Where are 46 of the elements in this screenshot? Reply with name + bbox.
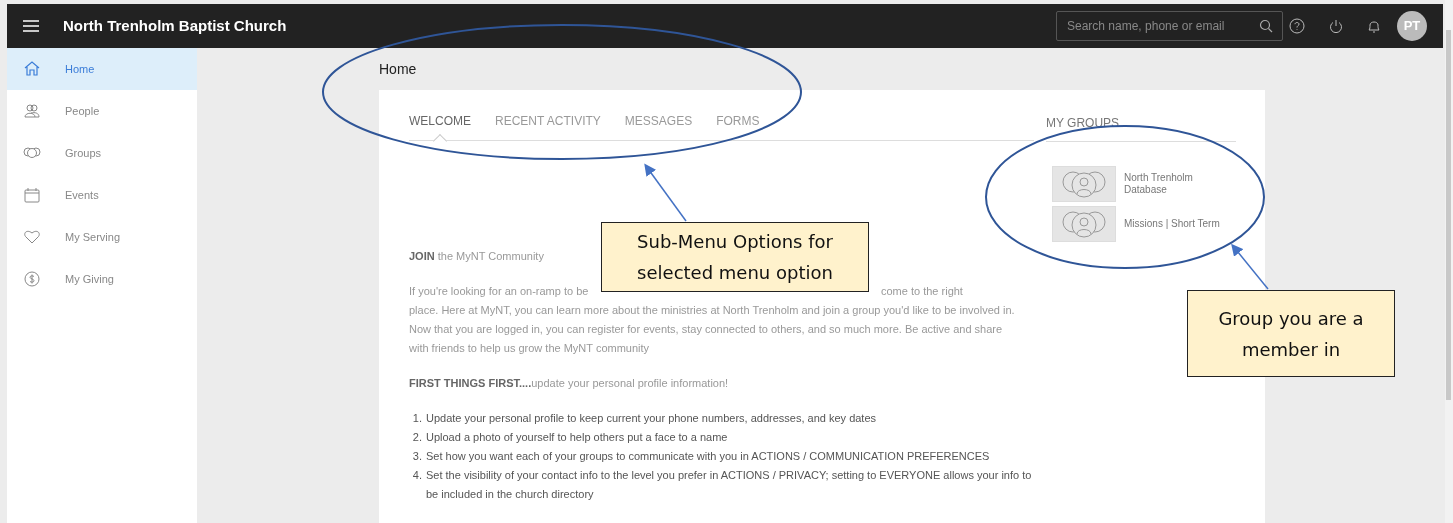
user-avatar[interactable]: PT [1397, 11, 1427, 41]
search-field[interactable]: Search name, phone or email [1056, 11, 1283, 41]
power-icon[interactable] [1329, 19, 1343, 33]
annotation-callout: Group you are a member in [1187, 290, 1395, 377]
step-text: Set the visibility of your contact info to the level you prefer in ACTIONS / PRIVACY; setting to EVERYONE allows your info to be included in the church directory [426, 468, 1033, 502]
group-name[interactable]: North Trenholm Database [1124, 172, 1234, 196]
home-icon [23, 60, 41, 78]
step-text: Update your personal profile to keep current your phone numbers, addresses, and key dates [426, 411, 877, 426]
scrollbar[interactable] [1445, 0, 1453, 523]
sidebar-item[interactable]: People [7, 90, 197, 132]
step-text: Upload a photo of yourself to help others put a face to a name [426, 430, 728, 445]
tab[interactable]: RECENT ACTIVITY [495, 104, 601, 140]
search-icon[interactable] [1259, 19, 1273, 33]
group-name[interactable]: Missions | Short Term [1124, 218, 1234, 230]
intro-paragraph: place. Here at MyNT, you can learn more about the ministries at North Trenholm and join a group you'd like to be involved in. Now that you are logged in, you can register for events, stay connected to others, and so much more. Be active and share with friends to help us grow the MyNT community [409, 303, 1016, 356]
page-title: Home [379, 60, 418, 79]
list-number: 4. [411, 468, 423, 483]
heart-icon [23, 228, 41, 246]
annotation-callout: Sub-Menu Options for selected menu option [601, 222, 869, 292]
sidebar-item[interactable]: My Serving [7, 216, 197, 258]
group-thumbnail[interactable] [1052, 166, 1116, 202]
section-title: MY GROUPS [1046, 90, 1236, 142]
sidebar-item[interactable]: Groups [7, 132, 197, 174]
intro-text: If you're looking for an on-ramp to be [409, 284, 590, 299]
sidebar-item[interactable]: Events [7, 174, 197, 216]
app-title: North Trenholm Baptist Church [63, 15, 287, 36]
list-number: 1. [411, 411, 423, 426]
tab[interactable]: FORMS [716, 104, 760, 140]
section-heading: JOIN the MyNT Community [409, 249, 545, 264]
intro-text: come to the right [881, 284, 963, 299]
people-icon [23, 102, 41, 120]
sidebar-item[interactable]: Home [7, 48, 197, 90]
calendar-icon [23, 186, 41, 204]
bell-icon[interactable] [1367, 18, 1381, 34]
annotation-arrow [644, 163, 687, 222]
step-text: Set how you want each of your groups to communicate with you in ACTIONS / COMMUNICATION PREFERENCES [426, 449, 990, 464]
annotation-arrow [1231, 243, 1269, 290]
group-thumbnail[interactable] [1052, 206, 1116, 242]
menu-icon[interactable] [23, 20, 39, 32]
list-number: 2. [411, 430, 423, 445]
dollar-icon [23, 270, 41, 288]
list-number: 3. [411, 449, 423, 464]
profile-instruction: FIRST THINGS FIRST....update your personal profile information! [409, 376, 730, 391]
help-icon[interactable] [1289, 18, 1305, 34]
tab[interactable]: MESSAGES [624, 104, 693, 140]
sidebar-item[interactable]: My Giving [7, 258, 197, 300]
